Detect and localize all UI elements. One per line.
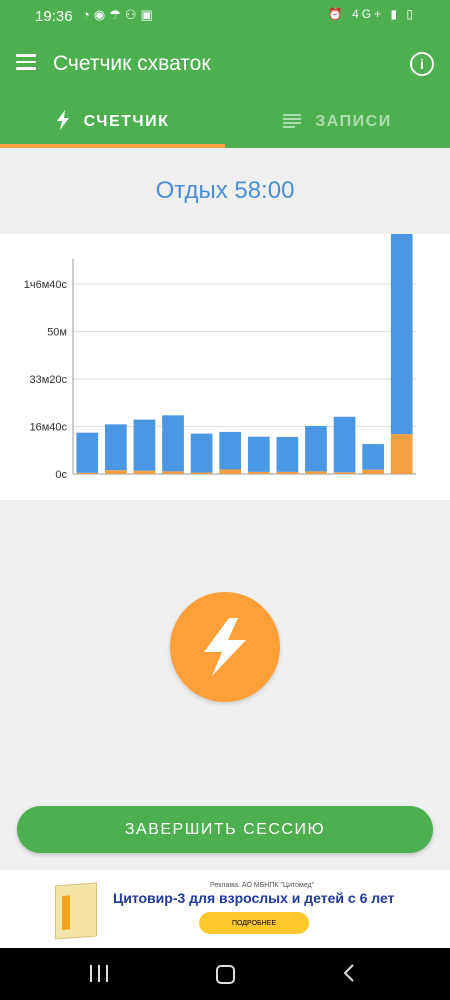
signal-icon: ▮	[390, 7, 401, 21]
network-label: 4G+	[352, 7, 385, 21]
chart-bar-contraction	[162, 471, 184, 474]
chart-bar-interval	[390, 234, 413, 435]
menu-icon[interactable]	[16, 54, 36, 70]
bolt-icon	[204, 618, 246, 676]
tab-records-label: ЗАПИСИ	[315, 113, 392, 130]
info-icon[interactable]: i	[410, 52, 434, 76]
chart-bar-interval	[333, 416, 356, 473]
ad-product-image	[55, 882, 97, 940]
bolt-icon	[56, 109, 70, 135]
chart-bar-contraction	[362, 469, 384, 474]
battery-icon: ▯	[406, 7, 416, 21]
tab-records[interactable]: ЗАПИСИ	[225, 96, 450, 148]
notification-icons: ◔◉☂⚇▣	[82, 7, 157, 22]
tab-bar: СЧЕТЧИК ЗАПИСИ	[0, 96, 450, 148]
chart-bar-contraction	[190, 472, 213, 474]
tab-counter[interactable]: СЧЕТЧИК	[0, 96, 225, 148]
chart-svg: 0с 16м40с 33м20с 50м 1ч6м40с	[24, 234, 416, 481]
status-time: 19:36	[35, 8, 73, 25]
chart-y-tick-label: 16м40с	[29, 422, 67, 434]
chart-bar-interval	[219, 431, 242, 470]
chart-bar-interval	[276, 436, 299, 472]
contraction-chart: 0с 16м40с 33м20с 50м 1ч6м40с	[0, 234, 450, 500]
app-bar: Счетчик схваток i	[0, 34, 450, 96]
finish-session-button[interactable]: ЗАВЕРШИТЬ СЕССИЮ	[17, 806, 433, 853]
recent-apps-icon[interactable]	[90, 965, 108, 982]
status-bar: 19:36 ◔◉☂⚇▣ ⏰ 4G+ ▮ ▯	[0, 0, 450, 34]
system-nav-bar	[0, 948, 450, 1000]
chart-bar-interval	[362, 444, 384, 470]
ad-title: Цитовир-3 для взрослых и детей с 6 лет	[113, 890, 395, 906]
app-title: Счетчик схваток	[53, 52, 211, 75]
chart-bar-interval	[133, 419, 156, 471]
chart-bar-interval	[190, 433, 213, 473]
chart-bar-contraction	[276, 471, 299, 474]
start-contraction-button[interactable]	[170, 592, 280, 702]
chart-bar-interval	[162, 415, 184, 472]
ad-more-button[interactable]: ПОДРОБНЕЕ	[199, 912, 309, 934]
chart-bar-interval	[76, 432, 99, 473]
chart-bar-contraction	[76, 472, 99, 474]
rest-timer: Отдых 58:00	[155, 177, 295, 204]
chart-bar-contraction	[133, 470, 156, 474]
system-icons: ⏰ 4G+ ▮ ▯	[328, 7, 416, 21]
back-icon[interactable]	[343, 964, 355, 987]
chart-y-tick-label: 1ч6м40с	[24, 279, 68, 291]
chart-y-tick-label: 33м20с	[29, 374, 67, 386]
chart-bar-interval	[105, 424, 127, 471]
finish-session-label: ЗАВЕРШИТЬ СЕССИЮ	[124, 820, 326, 838]
chart-bar-interval	[305, 426, 327, 472]
chart-bar-contraction	[105, 470, 127, 474]
chart-y-tick-label: 0с	[55, 469, 67, 481]
chart-bar-contraction	[390, 434, 413, 474]
chart-y-tick-label: 50м	[47, 327, 67, 339]
rest-panel: Отдых 58:00	[0, 148, 450, 234]
list-icon	[283, 112, 302, 133]
alarm-icon: ⏰	[327, 7, 346, 21]
ad-banner[interactable]: Реклама. АО МБНПК "Цитомед" Цитовир-3 дл…	[0, 870, 450, 948]
tab-counter-label: СЧЕТЧИК	[83, 113, 170, 130]
chart-bar-contraction	[305, 471, 327, 474]
chart-bar-interval	[247, 436, 270, 472]
ad-disclaimer: Реклама. АО МБНПК "Цитомед"	[210, 882, 315, 889]
home-icon[interactable]	[216, 965, 235, 984]
chart-bar-contraction	[219, 469, 242, 474]
chart-bar-contraction	[333, 472, 356, 474]
chart-bar-contraction	[247, 471, 270, 474]
